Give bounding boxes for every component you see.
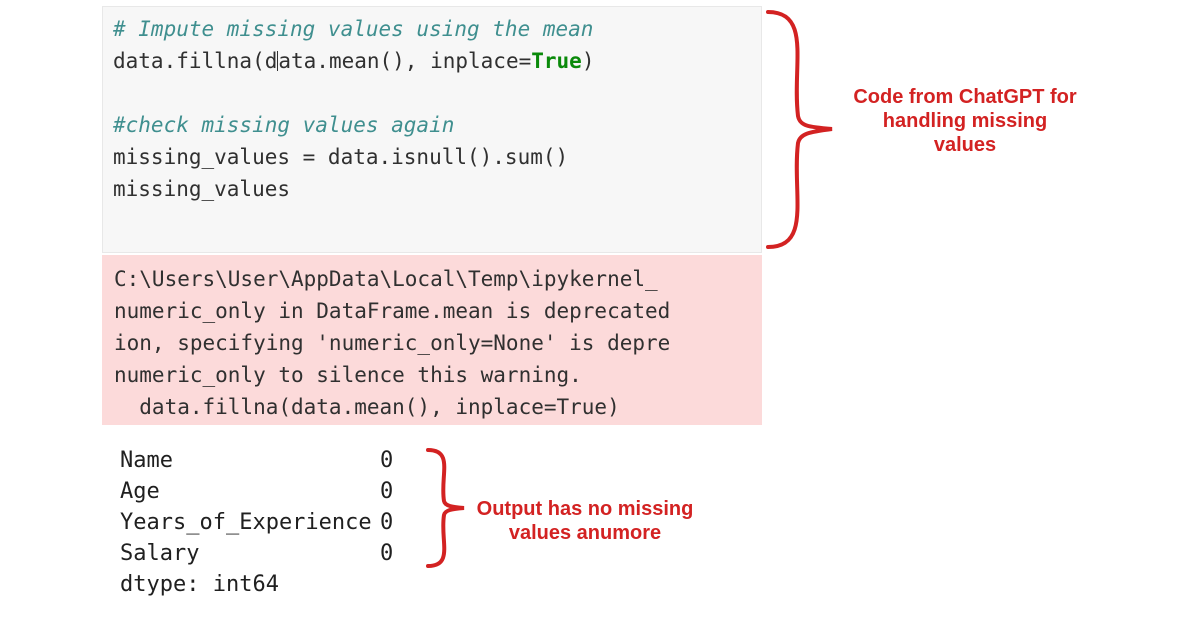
output-block: Name 0 Age 0 Years_of_Experience 0 Salar…: [120, 445, 410, 600]
code-line: ata.mean(), inplace=: [278, 49, 531, 73]
output-value: 0: [380, 476, 410, 507]
warning-line: C:\Users\User\AppData\Local\Temp\ipykern…: [114, 267, 658, 291]
output-value: 0: [380, 445, 410, 476]
brace-icon: [762, 6, 840, 253]
output-row: Salary 0: [120, 538, 410, 569]
code-line: data.fillna(d: [113, 49, 277, 73]
output-value: 0: [380, 507, 410, 538]
output-key: Years_of_Experience: [120, 507, 380, 538]
comment-line: # Impute missing values using the mean: [113, 17, 593, 41]
output-dtype: dtype: int64: [120, 569, 410, 600]
comment-line: #check missing values again: [113, 113, 454, 137]
warning-output: C:\Users\User\AppData\Local\Temp\ipykern…: [102, 255, 762, 425]
warning-line: numeric_only in DataFrame.mean is deprec…: [114, 299, 670, 323]
output-row: Age 0: [120, 476, 410, 507]
output-key: Age: [120, 476, 380, 507]
keyword-true: True: [531, 49, 582, 73]
output-row: Name 0: [120, 445, 410, 476]
annotation-output: Output has no missing values anumore: [470, 497, 700, 545]
code-line: missing_values = data.isnull().sum(): [113, 145, 568, 169]
code-line: missing_values: [113, 177, 290, 201]
warning-line: numeric_only to silence this warning.: [114, 363, 582, 387]
output-value: 0: [380, 538, 410, 569]
output-key: Name: [120, 445, 380, 476]
brace-icon: [424, 446, 468, 570]
output-key: dtype: int64: [120, 569, 279, 600]
output-row: Years_of_Experience 0: [120, 507, 410, 538]
code-cell[interactable]: # Impute missing values using the mean d…: [102, 6, 762, 253]
output-key: Salary: [120, 538, 380, 569]
annotation-code: Code from ChatGPT for handling missing v…: [850, 85, 1080, 157]
warning-line: ion, specifying 'numeric_only=None' is d…: [114, 331, 670, 355]
warning-line: data.fillna(data.mean(), inplace=True): [114, 395, 620, 419]
code-line: ): [582, 49, 595, 73]
